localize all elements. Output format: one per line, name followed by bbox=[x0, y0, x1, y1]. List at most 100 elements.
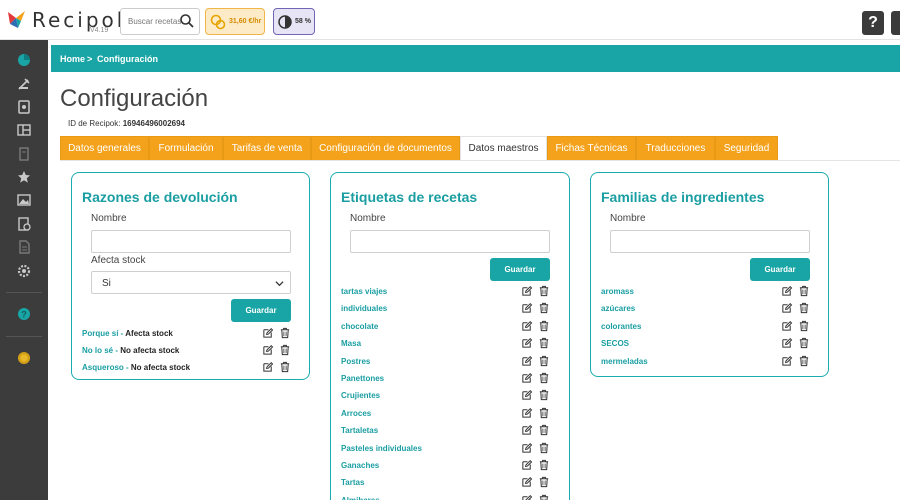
trash-icon[interactable] bbox=[798, 355, 810, 367]
edit-icon[interactable] bbox=[521, 337, 533, 349]
edit-icon[interactable] bbox=[521, 285, 533, 297]
list-item[interactable]: chocolate bbox=[341, 322, 378, 331]
edit-icon[interactable] bbox=[521, 494, 533, 500]
tab-formulacion[interactable]: Formulación bbox=[149, 136, 223, 161]
file-icon[interactable] bbox=[17, 240, 31, 254]
trash-icon[interactable] bbox=[279, 327, 291, 339]
familia-save-button[interactable]: Guardar bbox=[750, 258, 810, 281]
tab-datos-generales[interactable]: Datos generales bbox=[60, 136, 149, 161]
edit-icon[interactable] bbox=[781, 320, 793, 332]
trash-icon[interactable] bbox=[538, 320, 550, 332]
image-icon[interactable] bbox=[17, 193, 31, 207]
trash-icon[interactable] bbox=[538, 302, 550, 314]
search-box[interactable] bbox=[120, 8, 200, 35]
edit-icon[interactable] bbox=[262, 327, 274, 339]
trash-icon[interactable] bbox=[538, 424, 550, 436]
trash-icon[interactable] bbox=[538, 459, 550, 471]
list-item[interactable]: Almibares bbox=[341, 496, 380, 500]
trash-icon[interactable] bbox=[538, 476, 550, 488]
etiqueta-save-button[interactable]: Guardar bbox=[490, 258, 550, 281]
etiqueta-nombre-input[interactable] bbox=[350, 230, 550, 253]
trash-icon[interactable] bbox=[538, 355, 550, 367]
trash-icon[interactable] bbox=[798, 285, 810, 297]
afecta-stock-select[interactable]: Si bbox=[91, 271, 291, 294]
edit-icon[interactable] bbox=[521, 407, 533, 419]
trash-icon[interactable] bbox=[279, 361, 291, 373]
ingredients-icon[interactable] bbox=[17, 100, 31, 114]
razon-row[interactable]: Porque sí - Afecta stock bbox=[82, 329, 173, 338]
trash-icon[interactable] bbox=[538, 285, 550, 297]
edit-icon[interactable] bbox=[521, 372, 533, 384]
edit-icon[interactable] bbox=[521, 302, 533, 314]
trash-icon[interactable] bbox=[798, 302, 810, 314]
edit-icon[interactable] bbox=[521, 442, 533, 454]
edit-icon[interactable] bbox=[521, 389, 533, 401]
edit-icon[interactable] bbox=[521, 320, 533, 332]
list-item[interactable]: Arroces bbox=[341, 409, 371, 418]
trash-icon[interactable] bbox=[279, 344, 291, 356]
trash-icon[interactable] bbox=[538, 337, 550, 349]
list-item[interactable]: Masa bbox=[341, 339, 361, 348]
edit-icon[interactable] bbox=[521, 424, 533, 436]
list-item[interactable]: Tartaletas bbox=[341, 426, 378, 435]
trash-icon[interactable] bbox=[538, 372, 550, 384]
edit-icon[interactable] bbox=[781, 337, 793, 349]
percent-badge[interactable]: 58 % bbox=[273, 8, 315, 35]
help-circle-icon[interactable]: ? bbox=[17, 307, 31, 321]
user-menu-button[interactable] bbox=[891, 11, 900, 35]
edit-icon[interactable] bbox=[262, 344, 274, 356]
tab-configuracion-documentos[interactable]: Configuración de documentos bbox=[311, 136, 460, 161]
trash-icon[interactable] bbox=[798, 337, 810, 349]
trash-icon[interactable] bbox=[538, 494, 550, 500]
razon-row[interactable]: No lo sé - No afecta stock bbox=[82, 346, 179, 355]
list-item[interactable]: Ganaches bbox=[341, 461, 379, 470]
list-item[interactable]: Postres bbox=[341, 357, 370, 366]
trash-icon[interactable] bbox=[538, 389, 550, 401]
list-item[interactable]: tartas viajes bbox=[341, 287, 387, 296]
coin-icon[interactable] bbox=[17, 351, 31, 365]
edit-icon[interactable] bbox=[781, 355, 793, 367]
razon-save-button[interactable]: Guardar bbox=[231, 299, 291, 322]
breadcrumb-home[interactable]: Home bbox=[60, 54, 85, 64]
edit-icon[interactable] bbox=[781, 302, 793, 314]
search-icon[interactable] bbox=[179, 13, 195, 29]
star-icon[interactable] bbox=[17, 170, 31, 184]
list-item[interactable]: Panettones bbox=[341, 374, 384, 383]
recipok-logo[interactable]: Recipok V4.19 bbox=[6, 6, 128, 36]
list-item[interactable]: colorantes bbox=[601, 322, 641, 331]
list-item-name: Pasteles individuales bbox=[341, 443, 422, 453]
list-item[interactable]: mermeladas bbox=[601, 357, 648, 366]
dashboard-icon[interactable] bbox=[17, 53, 31, 67]
edit-icon[interactable] bbox=[521, 355, 533, 367]
razon-row[interactable]: Asqueroso - No afecta stock bbox=[82, 363, 190, 372]
book-icon[interactable] bbox=[17, 147, 31, 161]
trash-icon[interactable] bbox=[538, 442, 550, 454]
trash-icon[interactable] bbox=[538, 407, 550, 419]
recipes-icon[interactable] bbox=[17, 77, 31, 91]
settings-icon[interactable] bbox=[17, 264, 31, 278]
list-item[interactable]: azúcares bbox=[601, 304, 635, 313]
tab-traducciones[interactable]: Traducciones bbox=[636, 136, 715, 161]
list-item[interactable]: individuales bbox=[341, 304, 387, 313]
list-item[interactable]: Tartas bbox=[341, 478, 364, 487]
list-item[interactable]: SECOS bbox=[601, 339, 629, 348]
document-icon[interactable] bbox=[17, 217, 31, 231]
list-item[interactable]: Pasteles individuales bbox=[341, 444, 422, 453]
search-input[interactable] bbox=[128, 9, 184, 34]
edit-icon[interactable] bbox=[521, 476, 533, 488]
familia-nombre-input[interactable] bbox=[610, 230, 810, 253]
tab-fichas-tecnicas[interactable]: Fichas Técnicas bbox=[547, 136, 636, 161]
edit-icon[interactable] bbox=[262, 361, 274, 373]
tab-tarifas-de-venta[interactable]: Tarifas de venta bbox=[223, 136, 311, 161]
help-button[interactable]: ? bbox=[862, 11, 884, 35]
list-item[interactable]: aromass bbox=[601, 287, 634, 296]
razon-nombre-input[interactable] bbox=[91, 230, 291, 253]
edit-icon[interactable] bbox=[781, 285, 793, 297]
list-item[interactable]: Crujientes bbox=[341, 391, 380, 400]
cost-per-hour-badge[interactable]: 31,60 €/hr bbox=[205, 8, 265, 35]
menu-icon[interactable] bbox=[17, 123, 31, 137]
trash-icon[interactable] bbox=[798, 320, 810, 332]
edit-icon[interactable] bbox=[521, 459, 533, 471]
tab-datos-maestros[interactable]: Datos maestros bbox=[460, 136, 547, 161]
tab-seguridad[interactable]: Seguridad bbox=[715, 136, 778, 161]
